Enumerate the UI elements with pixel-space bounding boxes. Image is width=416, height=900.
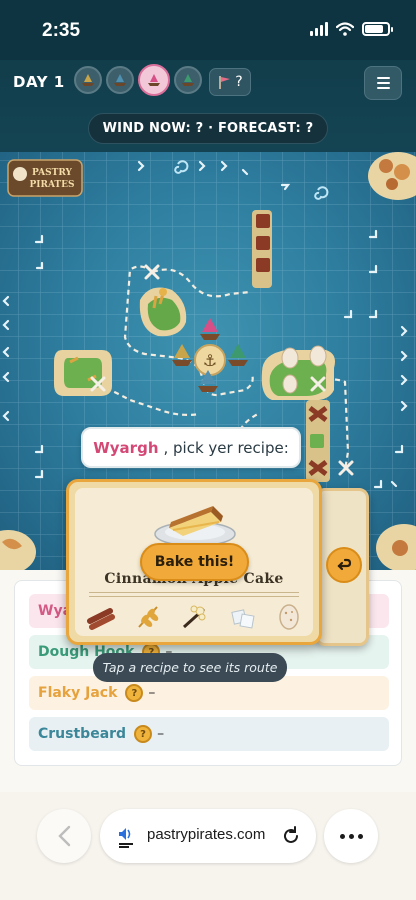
cinnamon-icon [85, 600, 117, 632]
card-divider [89, 596, 299, 597]
day-label: DAY 1 [13, 73, 65, 91]
sugar-icon [226, 600, 258, 632]
pastry-pirates-logo: PASTRY PIRATES [7, 159, 83, 197]
boat-marker-pink [200, 318, 220, 340]
boat-icon [82, 74, 94, 86]
status-time: 2:35 [42, 20, 81, 41]
boat-chip-boat-3[interactable] [138, 64, 170, 96]
player-name: Flaky Jack [38, 685, 118, 701]
egg-island [261, 345, 335, 401]
svg-text:PIRATES: PIRATES [29, 180, 74, 190]
chevron-left-icon [58, 825, 71, 847]
browser-toolbar: pastrypirates.com [0, 792, 416, 900]
prompt-text: , pick yer recipe: [163, 438, 289, 457]
boat-chip-boat-1[interactable] [74, 66, 102, 94]
player-score: – [157, 726, 165, 742]
bake-button[interactable]: Bake this! [140, 543, 249, 581]
egg-icon [273, 600, 305, 632]
svg-text:PASTRY: PASTRY [32, 168, 72, 178]
boat-chip-boat-4[interactable] [174, 66, 202, 94]
wheat-island [139, 287, 187, 337]
card-divider [89, 592, 299, 593]
svg-text:⚓: ⚓ [203, 351, 217, 370]
game-top-bar: DAY 1 ? WIND NOW: ? · FORECAST: ? [0, 60, 416, 152]
back-button[interactable] [37, 809, 91, 863]
route-hint-tooltip: Tap a recipe to see its route [93, 653, 287, 682]
coin-icon: ? [134, 725, 153, 743]
wind-forecast: WIND NOW: ? · FORECAST: ? [88, 113, 328, 144]
player-row-crustbeard[interactable]: Crustbeard ? – [29, 717, 389, 751]
pastry-island-bottom-right [376, 524, 416, 570]
cinnamon-stack [252, 210, 272, 288]
wheat-icon [132, 600, 164, 632]
anchor-harbor: ⚓ [194, 344, 226, 376]
battery-level [365, 25, 383, 33]
url-text: pastrypirates.com [147, 826, 266, 843]
boat-marker-gold [172, 344, 192, 366]
reload-icon[interactable] [280, 825, 302, 847]
status-bar: 2:35 [0, 0, 416, 60]
menu-button[interactable] [364, 66, 402, 100]
recipe-prompt: Wyargh, pick yer recipe: [81, 427, 301, 468]
whirlpool-icon [174, 160, 329, 200]
status-icons [310, 22, 393, 36]
cake-slice-icon [154, 506, 236, 547]
vanilla-icon [179, 600, 211, 632]
boat-marker-green [228, 344, 248, 366]
boat-icon [114, 74, 126, 86]
ingredient-list [85, 600, 305, 632]
reader-mode-icon [119, 828, 133, 848]
boat-selector [74, 64, 202, 96]
address-bar[interactable]: pastrypirates.com [100, 809, 316, 863]
battery-icon [362, 22, 393, 36]
signal-icon [310, 22, 328, 36]
undo-icon [337, 558, 352, 571]
undo-button[interactable] [326, 547, 362, 583]
boat-chip-boat-2[interactable] [106, 66, 134, 94]
flag-value: ? [235, 74, 243, 90]
cinnamon-stack-right [306, 400, 330, 482]
wifi-icon [336, 22, 354, 36]
coin-icon: ? [125, 684, 144, 702]
prompt-player: Wyargh [93, 438, 159, 457]
boat-icon [182, 74, 194, 86]
flag-icon [219, 76, 231, 89]
player-score: – [148, 685, 156, 701]
player-name: Crustbeard [38, 726, 127, 742]
boat-icon [148, 74, 160, 86]
flag-chip[interactable]: ? [209, 68, 251, 96]
more-options-button[interactable] [324, 809, 378, 863]
pastry-island-top-right [368, 152, 416, 200]
pastry-island-bottom-left [0, 530, 36, 570]
